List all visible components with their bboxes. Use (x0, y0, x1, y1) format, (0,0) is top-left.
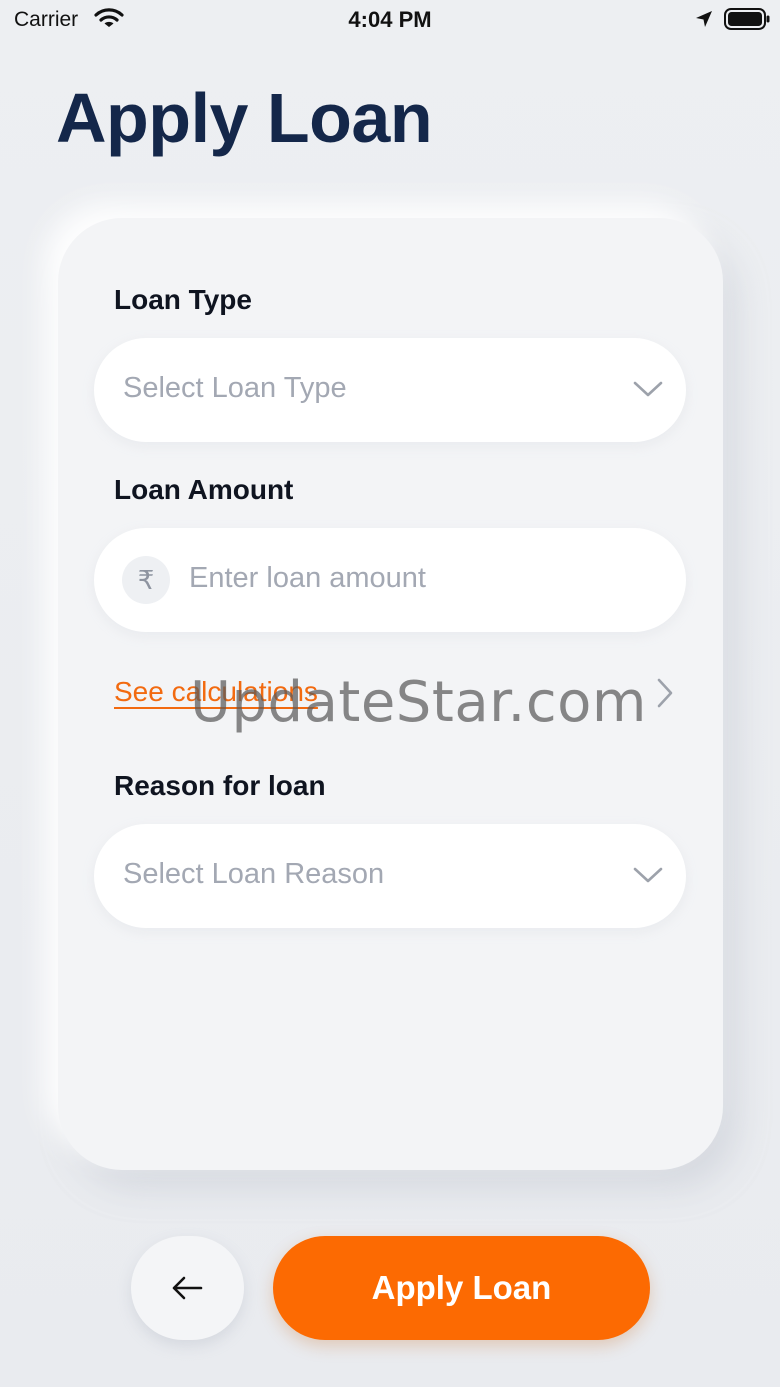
chevron-down-icon (633, 867, 663, 883)
chevron-down-icon (633, 381, 663, 397)
loan-reason-label: Reason for loan (114, 770, 326, 801)
location-icon (696, 11, 712, 27)
status-time: 4:04 PM (348, 7, 432, 32)
loan-reason-placeholder: Select Loan Reason (123, 858, 385, 890)
watermark: UpdateStar.com (190, 670, 647, 735)
chevron-right-icon[interactable] (654, 676, 676, 710)
apply-loan-button[interactable]: Apply Loan (273, 1236, 650, 1340)
loan-amount-placeholder: Enter loan amount (189, 562, 426, 594)
arrow-left-icon (172, 1276, 203, 1300)
loan-amount-input[interactable]: ₹ Enter loan amount (94, 528, 686, 632)
back-button[interactable] (131, 1236, 244, 1340)
loan-reason-select[interactable]: Select Loan Reason (94, 824, 686, 928)
battery-icon (724, 8, 770, 30)
loan-type-placeholder: Select Loan Type (123, 372, 347, 404)
rupee-icon: ₹ (122, 556, 170, 604)
status-bar: Carrier 4:04 PM (0, 0, 780, 40)
page-title: Apply Loan (56, 79, 433, 157)
apply-loan-screen: Carrier 4:04 PM Apply Loan Loan Type Sel… (0, 0, 780, 1387)
loan-type-label: Loan Type (114, 284, 252, 315)
loan-type-select[interactable]: Select Loan Type (94, 338, 686, 442)
loan-amount-label: Loan Amount (114, 474, 294, 505)
